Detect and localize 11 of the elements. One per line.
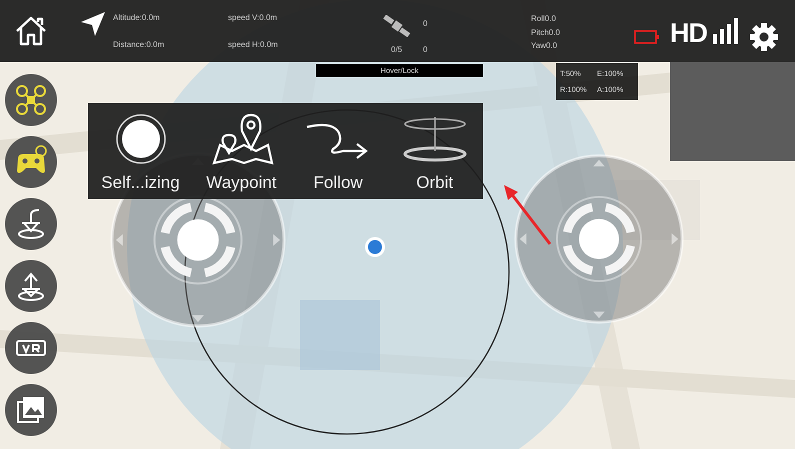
distance-text: Distance:0.0m (113, 40, 166, 49)
altitude-text: Altitude:0.0m (113, 13, 161, 22)
video-quality-label: HD (670, 18, 707, 48)
vertical-speed-text: speed V:0.0m (228, 13, 278, 22)
attitude-text: Pitch0.0 (531, 28, 561, 36)
attitude-text: Yaw0.0 (531, 41, 558, 50)
attitude-text: Roll0.0 (531, 14, 557, 23)
horizontal-speed-text: speed H:0.0m (228, 40, 279, 49)
satellite-count: 0 (423, 45, 428, 54)
satellite-ratio: 0/5 (391, 45, 402, 54)
satellite-count: 0 (423, 19, 428, 28)
